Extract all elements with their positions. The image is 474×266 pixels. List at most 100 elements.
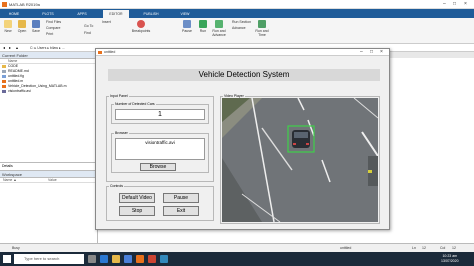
goto-button[interactable]: Go To bbox=[84, 24, 93, 28]
tab-editor[interactable]: EDITOR bbox=[103, 10, 129, 18]
figure-minimize-icon[interactable]: – bbox=[360, 49, 363, 56]
file-name: Vehicle_Detection_Using_MATLAB.m bbox=[8, 84, 67, 88]
video-frame bbox=[222, 98, 378, 222]
status-file: untitled bbox=[340, 246, 352, 250]
figure-maximize-icon[interactable]: □ bbox=[370, 49, 373, 56]
column-label: Col bbox=[440, 246, 446, 250]
folder-icon bbox=[18, 20, 26, 28]
status-busy: Busy bbox=[12, 246, 20, 250]
edge-icon[interactable] bbox=[100, 255, 108, 263]
tab-view[interactable]: VIEW bbox=[176, 10, 194, 18]
app-icon[interactable] bbox=[160, 255, 168, 263]
exit-button[interactable]: Exit bbox=[163, 206, 199, 216]
run-time-icon bbox=[258, 20, 266, 28]
current-path[interactable]: C: ▸ Users ▸ bilaw ▸ ... bbox=[30, 46, 65, 50]
figure-window: untitled – □ × Vehicle Detection System … bbox=[95, 48, 390, 230]
video-file-field[interactable]: visiontraffic.avi bbox=[115, 138, 205, 160]
run-and-advance-button[interactable]: Run and Advance bbox=[206, 20, 232, 37]
browser-legend: Browser bbox=[114, 131, 129, 135]
line-number: 12 bbox=[422, 246, 426, 250]
forward-arrow-icon[interactable]: ▸ bbox=[9, 45, 11, 50]
app-icon[interactable] bbox=[148, 255, 156, 263]
back-arrow-icon[interactable]: ◂ bbox=[3, 45, 5, 50]
task-view-icon[interactable] bbox=[88, 255, 96, 263]
windows-start-icon[interactable] bbox=[3, 255, 11, 263]
breakpoints-label: Breakpoints bbox=[131, 29, 151, 33]
pause-label: Pause bbox=[182, 29, 192, 33]
stop-button[interactable]: Stop bbox=[119, 206, 155, 216]
browser-group: Browser visiontraffic.avi Browse bbox=[111, 131, 209, 173]
m-file-icon bbox=[2, 85, 6, 88]
run-time-label: Run and Time bbox=[255, 29, 269, 37]
tab-home[interactable]: HOME bbox=[4, 10, 24, 18]
matlab-logo-icon bbox=[2, 2, 7, 7]
figure-titlebar: untitled – □ × bbox=[96, 49, 389, 56]
cars-count-label: Number of Detected Cars bbox=[114, 102, 156, 106]
new-button[interactable]: New bbox=[2, 20, 14, 33]
input-panel: Input Panel Number of Detected Cars 1 Br… bbox=[106, 94, 214, 182]
figure-title: untitled bbox=[104, 50, 116, 54]
workspace-title: Workspace bbox=[0, 171, 97, 178]
video-file-icon bbox=[2, 90, 6, 93]
taskbar: Type here to search 10:23 am 13/07/2020 bbox=[0, 252, 474, 266]
clock-date: 13/07/2020 bbox=[441, 259, 459, 263]
new-label: New bbox=[4, 29, 12, 33]
details-title[interactable]: Details bbox=[0, 163, 98, 170]
pause-icon bbox=[183, 20, 191, 28]
workspace-name-header[interactable]: Name ▲ bbox=[3, 178, 17, 182]
workspace-panel: Workspace Name ▲ Value bbox=[0, 170, 98, 243]
run-advance-icon bbox=[215, 20, 223, 28]
folder-icon bbox=[2, 65, 6, 68]
minimize-icon[interactable]: – bbox=[443, 1, 446, 7]
controls-panel: Controls Default Video Pause Stop Exit bbox=[106, 184, 214, 221]
matlab-taskbar-icon[interactable] bbox=[136, 255, 144, 263]
figure-close-icon[interactable]: × bbox=[380, 49, 383, 56]
ribbon-toolbar: New Open Save Find Files Compare Print G… bbox=[0, 18, 474, 44]
ribbon-tab-strip: HOME PLOTS APPS EDITOR PUBLISH VIEW Sear… bbox=[0, 9, 474, 26]
run-and-time-button[interactable]: Run and Time bbox=[252, 20, 272, 37]
save-icon bbox=[32, 20, 40, 28]
pause-video-button[interactable]: Pause bbox=[163, 193, 199, 203]
run-section-button[interactable]: Run Section bbox=[232, 20, 251, 24]
save-button[interactable]: Save bbox=[30, 20, 42, 33]
figure-logo-icon bbox=[98, 51, 102, 54]
tab-plots[interactable]: PLOTS bbox=[38, 10, 58, 18]
input-panel-legend: Input Panel bbox=[109, 94, 129, 98]
file-item[interactable]: visiontraffic.avi bbox=[0, 89, 97, 94]
tab-apps[interactable]: APPS bbox=[72, 10, 92, 18]
default-video-button[interactable]: Default Video bbox=[119, 193, 155, 203]
file-name: visiontraffic.avi bbox=[8, 89, 31, 93]
status-bar: Busy untitled Ln 12 Col 12 bbox=[0, 243, 474, 252]
maximize-icon[interactable]: □ bbox=[453, 1, 456, 7]
m-file-icon bbox=[2, 80, 6, 83]
breakpoint-icon bbox=[137, 20, 145, 28]
pause-button[interactable]: Pause bbox=[180, 20, 194, 33]
run-advance-label: Run and Advance bbox=[212, 29, 226, 37]
cars-count-value: 1 bbox=[115, 109, 205, 120]
close-icon[interactable]: × bbox=[464, 1, 467, 7]
open-label: Open bbox=[17, 29, 27, 33]
clock[interactable]: 10:23 am 13/07/2020 bbox=[441, 254, 459, 264]
workspace-value-header[interactable]: Value bbox=[48, 178, 57, 182]
taskbar-search-input[interactable]: Type here to search bbox=[14, 254, 84, 264]
current-folder-panel: Current Folder Name CODE README.md untit… bbox=[0, 52, 98, 174]
file-name: README.md bbox=[8, 69, 29, 73]
workspace-column-headers: Name ▲ Value bbox=[0, 178, 97, 183]
insert-button[interactable]: Insert bbox=[102, 20, 111, 24]
open-button[interactable]: Open bbox=[16, 20, 28, 33]
current-folder-title: Current Folder bbox=[0, 52, 97, 59]
advance-button[interactable]: Advance bbox=[232, 26, 246, 30]
breakpoints-button[interactable]: Breakpoints bbox=[128, 20, 154, 33]
save-label: Save bbox=[32, 29, 40, 33]
store-icon[interactable] bbox=[124, 255, 132, 263]
system-title-banner: Vehicle Detection System bbox=[108, 69, 380, 81]
window-titlebar: MATLAB R2019a – □ × bbox=[0, 0, 474, 9]
compare-button[interactable]: Compare bbox=[46, 26, 60, 30]
browse-button[interactable]: Browse bbox=[140, 163, 176, 171]
find-button[interactable]: Find bbox=[84, 31, 91, 35]
up-folder-icon[interactable]: ▴ bbox=[16, 45, 18, 50]
tab-publish[interactable]: PUBLISH bbox=[140, 10, 162, 18]
print-button[interactable]: Print bbox=[46, 32, 53, 36]
find-files-button[interactable]: Find Files bbox=[46, 20, 61, 24]
file-explorer-icon[interactable] bbox=[112, 255, 120, 263]
